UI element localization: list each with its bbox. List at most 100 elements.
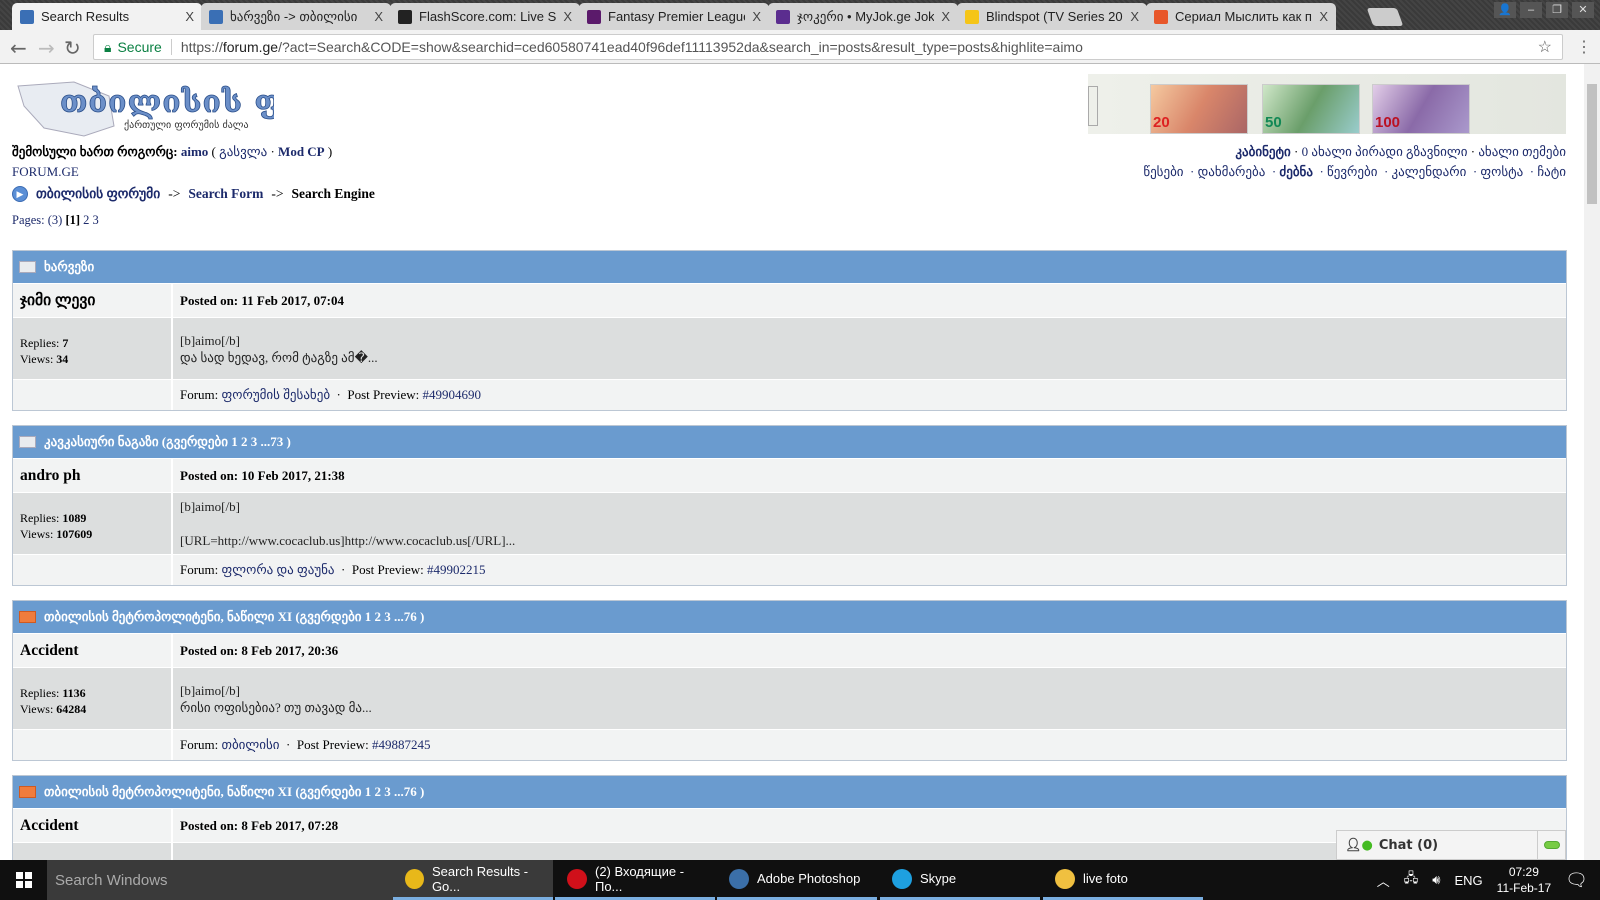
forum-link[interactable]: ფლორა და ფაუნა bbox=[222, 562, 335, 578]
restore-button[interactable]: ❐ bbox=[1546, 2, 1568, 18]
bookmark-star-icon[interactable]: ☆ bbox=[1538, 37, 1552, 57]
chat-widget[interactable]: 👤︎● Chat (0) bbox=[1336, 830, 1566, 860]
url-input[interactable]: 🔒︎ Secure https://forum.ge/?act=Search&C… bbox=[93, 34, 1563, 60]
nav-link[interactable]: წევრები bbox=[1327, 164, 1377, 179]
browser-menu-icon[interactable]: ⋮ bbox=[1576, 37, 1592, 57]
mod-cp-link[interactable]: Mod CP bbox=[278, 144, 325, 159]
chat-toggle[interactable] bbox=[1537, 831, 1565, 859]
browser-tab[interactable]: ხარვეზი -> თბილისი X bbox=[201, 3, 391, 30]
replies-count: 7 bbox=[62, 336, 69, 350]
browser-tab[interactable]: ჯოკერი • MyJok.ge Jok X bbox=[768, 3, 958, 30]
forward-icon[interactable]: → bbox=[38, 36, 55, 60]
page-scrollbar[interactable] bbox=[1584, 64, 1600, 860]
topic-link[interactable]: ხარვეზი bbox=[44, 259, 94, 275]
network-icon[interactable]: 🖧︎ bbox=[1404, 869, 1419, 891]
nav-link[interactable]: ჩატი bbox=[1537, 164, 1566, 179]
post-preview-link[interactable]: #49902215 bbox=[427, 562, 486, 578]
author-name[interactable]: Accident bbox=[13, 809, 173, 842]
breadcrumb-sep: -> bbox=[271, 186, 284, 201]
envelope-icon bbox=[19, 261, 36, 273]
post-excerpt: [b]aimo[/b] [URL=http://www.cocaclub.us]h… bbox=[173, 493, 1566, 554]
taskbar-app[interactable]: Skype bbox=[880, 860, 1040, 900]
taskbar-app[interactable]: (2) Входящие - По... bbox=[555, 860, 715, 900]
myjok-icon bbox=[776, 9, 790, 24]
nav-link[interactable]: წესები bbox=[1143, 164, 1183, 179]
taskbar-search[interactable]: Search Windows bbox=[47, 860, 393, 900]
browser-tab[interactable]: Fantasy Premier League X bbox=[579, 3, 769, 30]
clock[interactable]: 07:29 11-Feb-17 bbox=[1497, 864, 1551, 896]
opera-icon bbox=[567, 868, 587, 889]
forum-logo[interactable]: თბილისის ფორუმი ქართული ფორუმის ძალა bbox=[14, 76, 399, 138]
tray-chevron-icon[interactable]: ︿ bbox=[1377, 871, 1390, 890]
taskbar-app-label: Adobe Photoshop bbox=[757, 871, 861, 886]
forum-link[interactable]: ფორუმის შესახებ bbox=[222, 387, 331, 403]
topic-link[interactable]: კავკასიური ნაგაზი (გვერდები 1 2 3 ...73 … bbox=[44, 434, 291, 450]
forum-icon bbox=[209, 9, 223, 24]
post-preview-link[interactable]: #49887245 bbox=[372, 737, 431, 753]
back-icon[interactable]: ← bbox=[10, 36, 27, 60]
nav-link[interactable]: კალენდარი bbox=[1392, 164, 1467, 179]
breadcrumb-search-form[interactable]: Search Form bbox=[188, 186, 263, 201]
taskbar-app[interactable]: live foto bbox=[1043, 860, 1203, 900]
forum-icon bbox=[20, 9, 34, 24]
breadcrumb-home[interactable]: თბილისის ფორუმი bbox=[36, 186, 160, 201]
envelope-icon bbox=[19, 611, 36, 623]
imdb-icon bbox=[965, 9, 979, 24]
page-3-link[interactable]: 3 bbox=[93, 213, 99, 227]
browser-tab[interactable]: Сериал Мыслить как пр X bbox=[1146, 3, 1336, 30]
close-window-button[interactable]: ✕ bbox=[1572, 2, 1594, 18]
taskbar-app[interactable]: Adobe Photoshop bbox=[717, 860, 877, 900]
language-indicator[interactable]: ENG bbox=[1454, 873, 1482, 888]
private-messages-link[interactable]: 0 ახალი პირადი გზავნილი bbox=[1302, 144, 1468, 159]
forum-link[interactable]: თბილისი bbox=[222, 737, 280, 753]
premier-league-icon bbox=[587, 9, 601, 24]
new-topics-link[interactable]: ახალი თემები bbox=[1478, 144, 1566, 159]
user-icon[interactable]: 👤 bbox=[1494, 2, 1516, 18]
start-button[interactable] bbox=[0, 860, 47, 900]
breadcrumb: ▶ თბილისის ფორუმი -> Search Form -> Sear… bbox=[12, 186, 375, 202]
close-tab-icon[interactable]: X bbox=[1319, 9, 1328, 24]
new-tab-button[interactable] bbox=[1366, 8, 1404, 26]
close-tab-icon[interactable]: X bbox=[374, 9, 383, 24]
search-results: ხარვეზი ჯიმი ლევი Posted on: 11 Feb 2017… bbox=[12, 250, 1567, 860]
author-name[interactable]: andro ph bbox=[13, 459, 173, 492]
folder-icon bbox=[1055, 868, 1075, 889]
browser-tab[interactable]: Search Results X bbox=[12, 3, 202, 30]
reload-icon[interactable]: ↻ bbox=[64, 36, 81, 60]
notifications-icon[interactable]: 🗨︎ bbox=[1565, 870, 1588, 891]
username-link[interactable]: aimo bbox=[181, 144, 208, 159]
close-tab-icon[interactable]: X bbox=[185, 9, 194, 24]
topic-link[interactable]: თბილისის მეტროპოლიტენი, ნაწილი XI (გვერდ… bbox=[44, 784, 424, 800]
excerpt-line: რისი ოფისებია? თუ თავად მა... bbox=[180, 699, 372, 715]
topic-stats: Replies: 7 Views: 34 bbox=[13, 318, 173, 379]
tab-title: ხარვეზი -> თბილისი bbox=[230, 8, 358, 24]
logout-link[interactable]: გასვლა bbox=[219, 144, 267, 159]
browser-tab[interactable]: FlashScore.com: Live Soc X bbox=[390, 3, 580, 30]
excerpt-line: [b]aimo[/b] bbox=[180, 682, 240, 698]
nav-link[interactable]: ძებნა bbox=[1279, 164, 1313, 179]
page-2-link[interactable]: 2 bbox=[83, 213, 89, 227]
volume-icon[interactable]: 🔊︎ bbox=[1432, 872, 1440, 888]
cabinet-link[interactable]: კაბინეტი bbox=[1235, 144, 1290, 159]
author-name[interactable]: ჯიმი ლევი bbox=[13, 284, 173, 317]
banner-ad[interactable]: 20 50 100 bbox=[1088, 74, 1566, 134]
nav-link[interactable]: ფოსტა bbox=[1480, 164, 1523, 179]
search-result: კავკასიური ნაგაზი (გვერდები 1 2 3 ...73 … bbox=[12, 425, 1567, 586]
close-tab-icon[interactable]: X bbox=[1130, 9, 1139, 24]
serial-icon bbox=[1154, 9, 1168, 24]
close-tab-icon[interactable]: X bbox=[941, 9, 950, 24]
taskbar-app[interactable]: Search Results - Go... bbox=[393, 860, 553, 900]
nav-link[interactable]: დახმარება bbox=[1198, 164, 1266, 179]
svg-text:ქართული ფორუმის ძალა: ქართული ფორუმის ძალა bbox=[124, 119, 249, 131]
banknote-100: 100 bbox=[1375, 114, 1401, 131]
close-tab-icon[interactable]: X bbox=[752, 9, 761, 24]
browser-tab[interactable]: Blindspot (TV Series 201 X bbox=[957, 3, 1147, 30]
author-name[interactable]: Accident bbox=[13, 634, 173, 667]
site-name-link[interactable]: FORUM.GE bbox=[12, 164, 79, 180]
topic-link[interactable]: თბილისის მეტროპოლიტენი, ნაწილი XI (გვერდ… bbox=[44, 609, 424, 625]
post-preview-link[interactable]: #49904690 bbox=[423, 387, 482, 403]
minimize-button[interactable]: – bbox=[1520, 2, 1542, 18]
topic-header: ხარვეზი bbox=[13, 251, 1566, 283]
close-tab-icon[interactable]: X bbox=[563, 9, 572, 24]
post-date: Posted on: 11 Feb 2017, 07:04 bbox=[180, 292, 344, 308]
